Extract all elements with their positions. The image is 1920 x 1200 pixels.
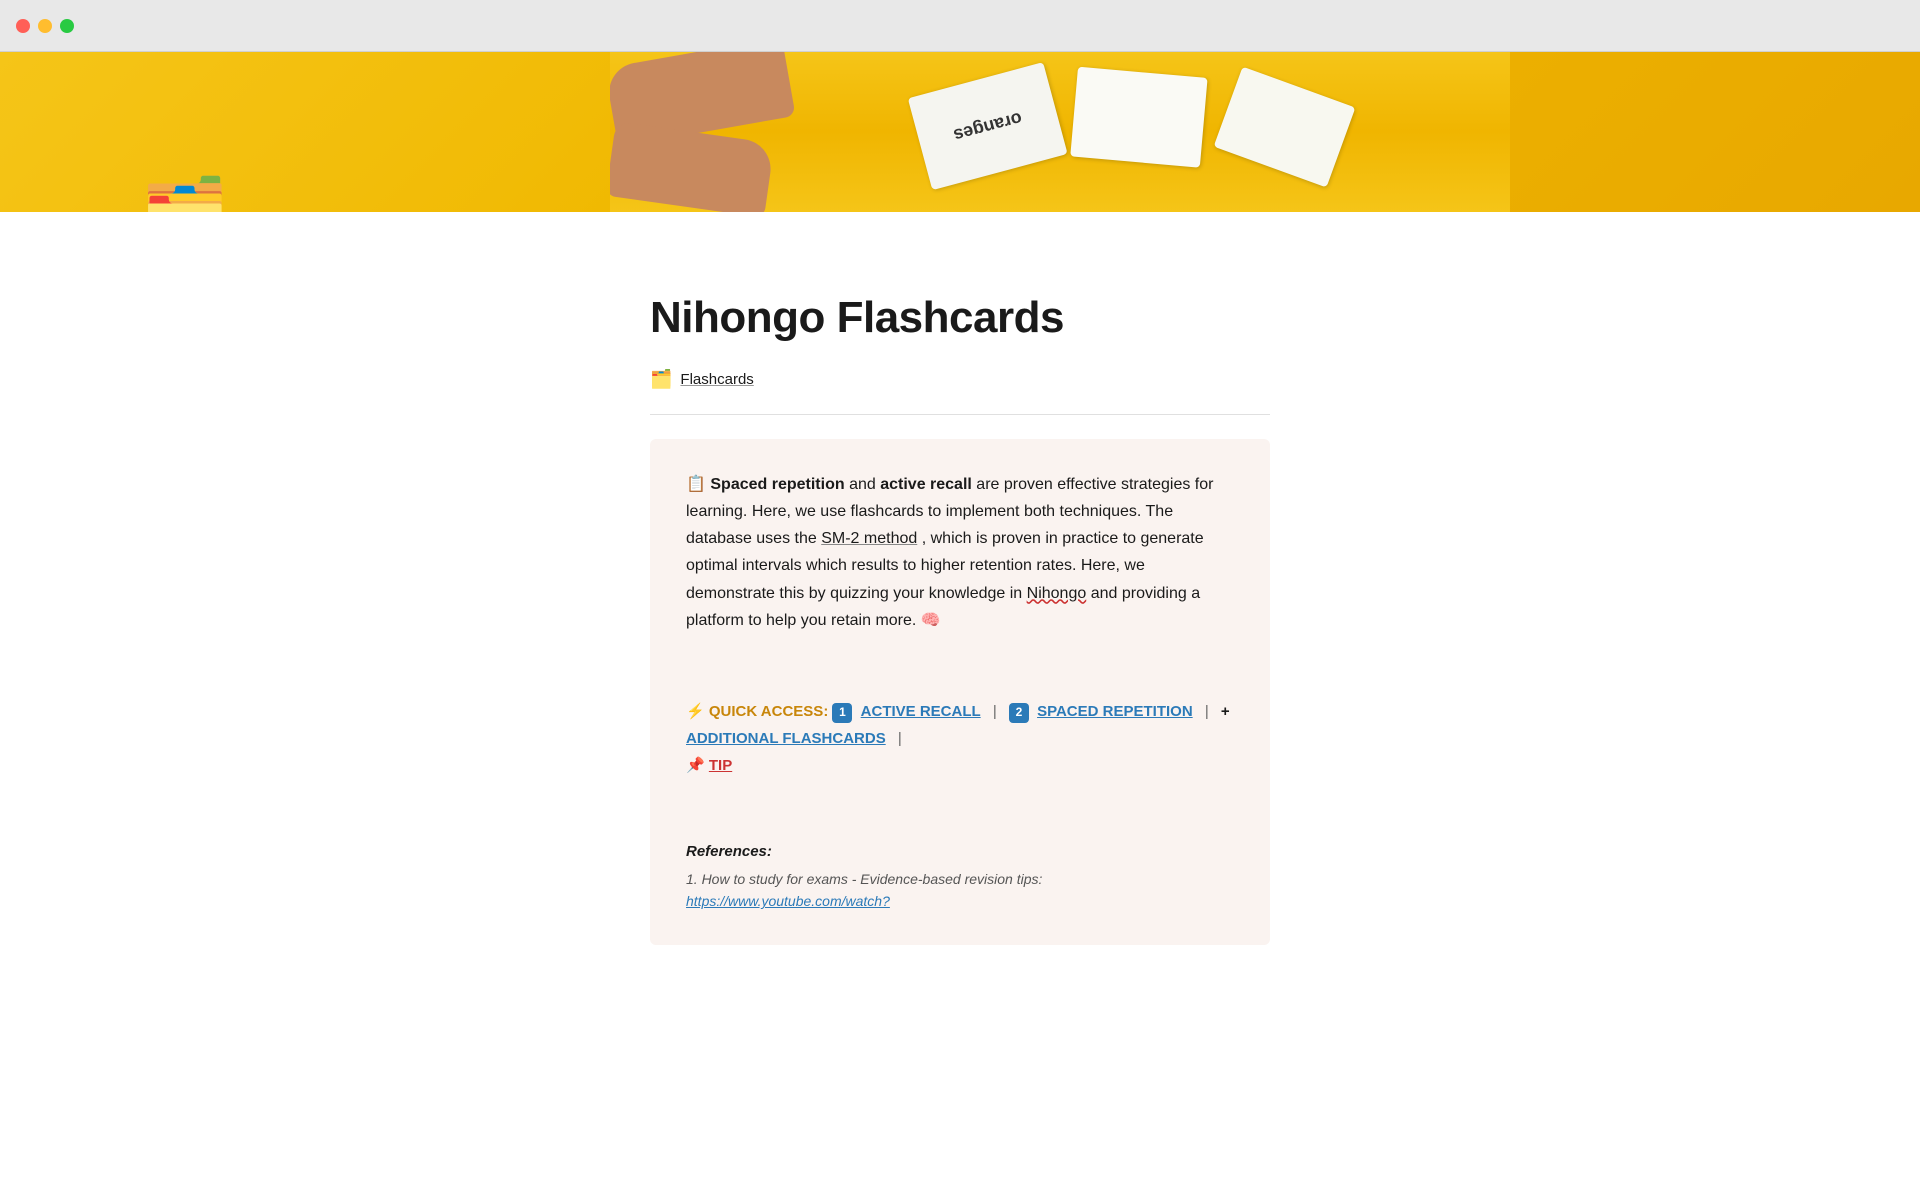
maximize-button[interactable] xyxy=(60,19,74,33)
close-button[interactable] xyxy=(16,19,30,33)
breadcrumb: 🗂️ Flashcards xyxy=(650,361,1270,415)
title-area: Nihongo Flashcards xyxy=(650,212,1270,361)
additional-flashcards-link[interactable]: ADDITIONAL FLASHCARDS xyxy=(686,730,886,747)
breadcrumb-icon: 🗂️ xyxy=(650,369,672,390)
lightning-icon: ⚡ xyxy=(686,703,705,720)
link2-number: 2 xyxy=(1009,703,1029,723)
info-icon: 📋 xyxy=(686,476,706,493)
flashcard-3 xyxy=(1214,67,1356,188)
hero-banner: 🗂️ xyxy=(0,52,1920,212)
nihongo-underlined: Nihongo xyxy=(1027,585,1087,602)
hero-visual xyxy=(200,52,1920,212)
divider-2: | xyxy=(1205,703,1213,720)
spaced-repetition-link[interactable]: SPACED REPETITION xyxy=(1037,703,1193,720)
references-title: References: xyxy=(686,843,1234,860)
hand-right-shape xyxy=(610,121,774,212)
spacer xyxy=(686,666,1234,698)
tip-link[interactable]: TIP xyxy=(709,757,732,774)
spaced-repetition-bold: Spaced repetition xyxy=(710,476,844,493)
info-text-and: and xyxy=(849,476,880,493)
minimize-button[interactable] xyxy=(38,19,52,33)
references-section: References: 1. How to study for exams - … xyxy=(686,827,1234,913)
reference-1: 1. How to study for exams - Evidence-bas… xyxy=(686,868,1234,913)
active-recall-link[interactable]: ACTIVE RECALL xyxy=(861,703,981,720)
page-icon: 🗂️ xyxy=(140,180,230,212)
scroll-area[interactable]: 🗂️ Nihongo Flashcards 🗂️ Flashcards 📋 Sp… xyxy=(0,52,1920,1200)
window-chrome xyxy=(0,0,1920,52)
reference-1-text: 1. How to study for exams - Evidence-bas… xyxy=(686,871,1042,887)
reference-1-link[interactable]: https://www.youtube.com/watch? xyxy=(686,893,890,909)
quick-access-section: ⚡ QUICK ACCESS: 1 ACTIVE RECALL | 2 SPAC… xyxy=(686,698,1234,779)
link1-number: 1 xyxy=(832,703,852,723)
page-title: Nihongo Flashcards xyxy=(650,292,1270,345)
flashcard-1 xyxy=(908,62,1068,190)
sm2-link[interactable]: SM-2 method xyxy=(821,530,917,547)
page-content: Nihongo Flashcards 🗂️ Flashcards 📋 Space… xyxy=(510,212,1410,945)
additional-plus: + xyxy=(1221,703,1230,720)
info-box: 📋 Spaced repetition and active recall ar… xyxy=(650,439,1270,945)
info-paragraph: 📋 Spaced repetition and active recall ar… xyxy=(686,471,1234,634)
spacer-2 xyxy=(686,795,1234,827)
divider-3: | xyxy=(898,730,902,747)
quick-access-label: QUICK ACCESS: xyxy=(709,703,828,720)
pin-icon: 📌 xyxy=(686,757,705,774)
breadcrumb-label[interactable]: Flashcards xyxy=(680,371,753,388)
divider-1: | xyxy=(993,703,1001,720)
active-recall-bold: active recall xyxy=(880,476,972,493)
flashcard-2 xyxy=(1070,67,1207,168)
